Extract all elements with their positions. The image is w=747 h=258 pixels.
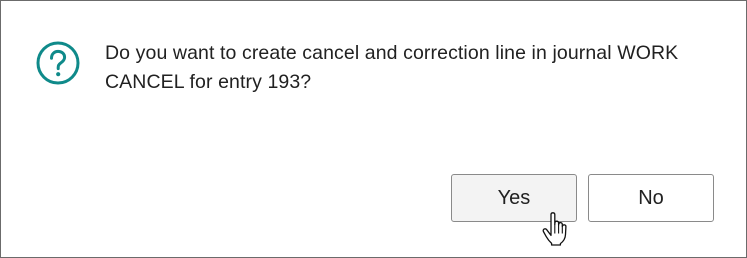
no-button[interactable]: No [588,174,714,222]
no-button-label: No [638,186,664,209]
question-circle-icon [36,41,80,85]
yes-button-label: Yes [497,186,531,209]
dialog-message: Do you want to create cancel and correct… [105,39,725,97]
dialog-message-line-1: Do you want to create cancel and correct… [105,42,679,64]
yes-button[interactable]: Yes [451,174,577,222]
confirm-dialog: Do you want to create cancel and correct… [0,0,747,258]
dialog-message-line-2: CANCEL for entry 193? [105,71,312,93]
